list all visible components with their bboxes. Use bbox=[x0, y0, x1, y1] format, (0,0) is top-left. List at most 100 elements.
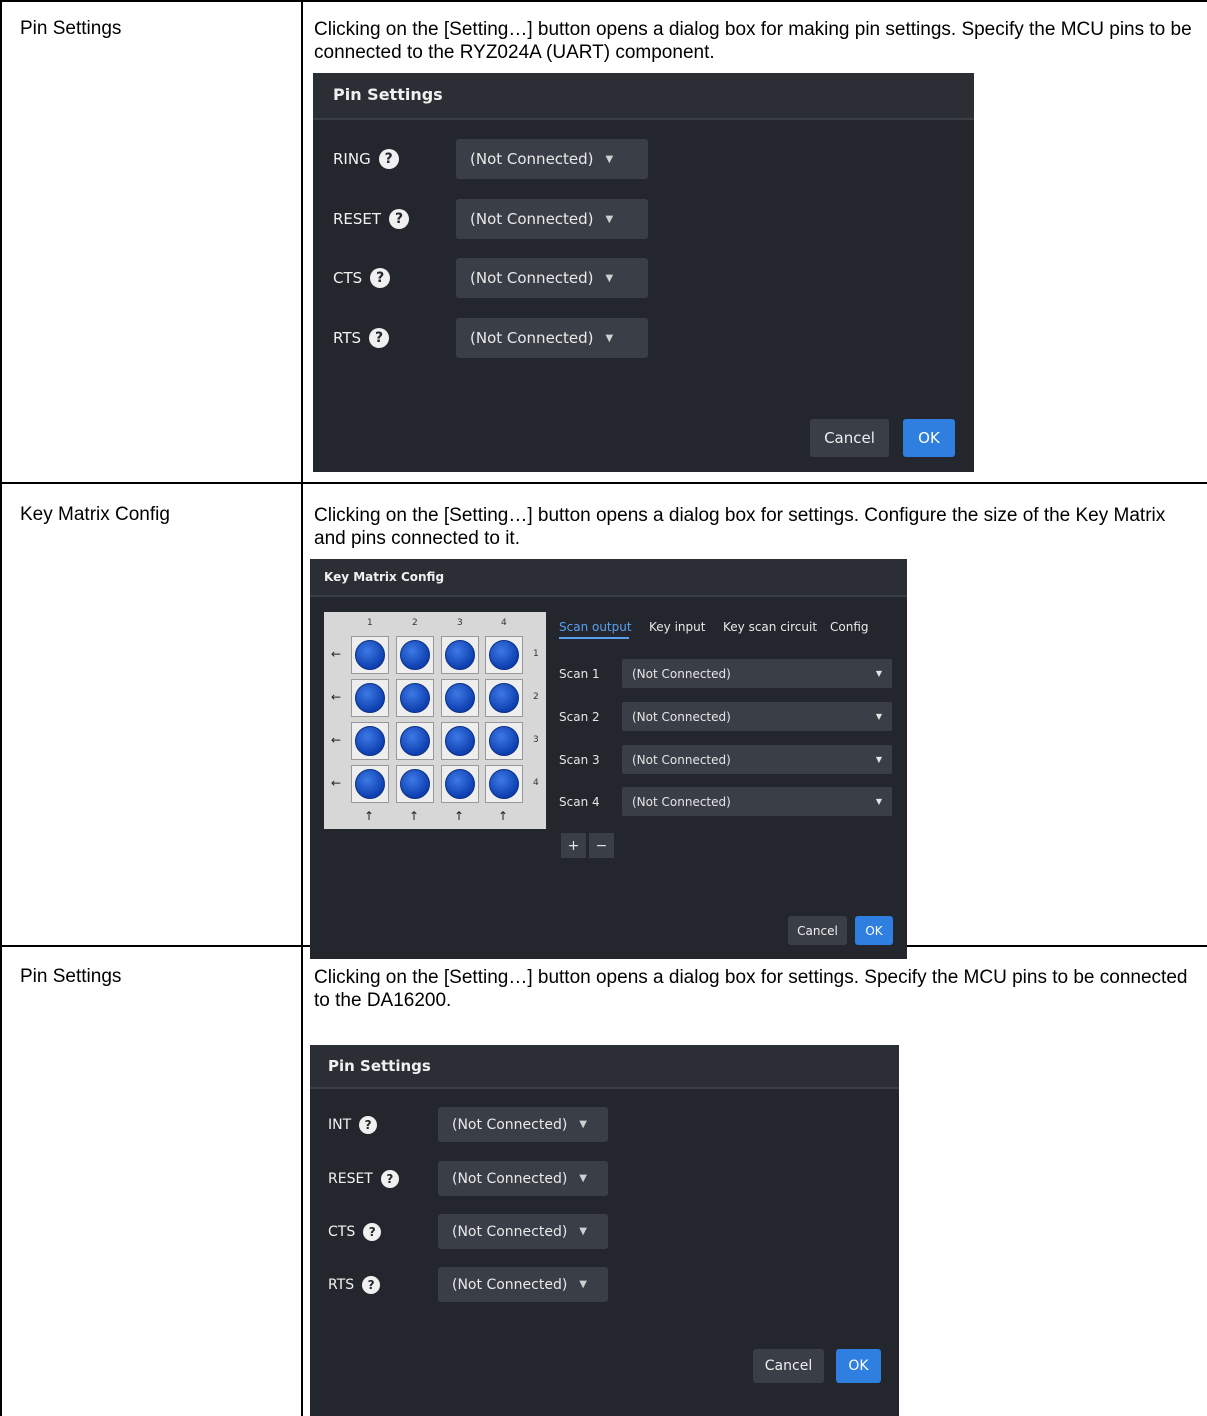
column-number: 3 bbox=[457, 618, 463, 628]
pin-name: RING bbox=[333, 150, 371, 168]
column-number: 4 bbox=[501, 618, 507, 628]
ok-button[interactable]: OK bbox=[903, 419, 955, 457]
pin-select[interactable]: (Not Connected) ▼ bbox=[438, 1161, 608, 1196]
chevron-down-icon: ▼ bbox=[605, 332, 614, 344]
cancel-button[interactable]: Cancel bbox=[788, 916, 847, 945]
matrix-key[interactable] bbox=[396, 679, 434, 717]
key-matrix-config-dialog: Key Matrix Config 1 2 3 4 1 2 3 4 ← ← ← … bbox=[310, 559, 907, 959]
matrix-key[interactable] bbox=[351, 679, 389, 717]
dialog-title: Key Matrix Config bbox=[324, 570, 445, 584]
select-value: (Not Connected) bbox=[452, 1116, 568, 1133]
select-value: (Not Connected) bbox=[452, 1276, 568, 1293]
pin-label: INT ? bbox=[328, 1116, 378, 1134]
pin-select[interactable]: (Not Connected) ▼ bbox=[438, 1214, 608, 1249]
scan-select[interactable]: (Not Connected) ▼ bbox=[622, 745, 892, 774]
column-number: 1 bbox=[367, 618, 373, 628]
table-border-left bbox=[0, 0, 2, 1416]
select-value: (Not Connected) bbox=[470, 269, 594, 287]
help-icon[interactable]: ? bbox=[389, 209, 410, 229]
help-icon[interactable]: ? bbox=[363, 1223, 382, 1241]
pin-label: RESET ? bbox=[333, 209, 410, 229]
help-icon[interactable]: ? bbox=[370, 268, 391, 288]
pin-label: RTS ? bbox=[333, 328, 390, 348]
pin-name: RESET bbox=[328, 1171, 373, 1187]
matrix-key[interactable] bbox=[351, 636, 389, 674]
help-icon[interactable]: ? bbox=[359, 1116, 378, 1134]
cancel-button[interactable]: Cancel bbox=[810, 419, 889, 457]
tab-scan-output[interactable]: Scan output bbox=[559, 620, 632, 634]
row-number: 4 bbox=[533, 778, 539, 788]
pin-name: RESET bbox=[333, 210, 382, 228]
matrix-key[interactable] bbox=[441, 765, 479, 803]
key-matrix-grid: 1 2 3 4 1 2 3 4 ← ← ← ← ↑ ↑ ↑ ↑ bbox=[324, 612, 546, 829]
scan-label: Scan 4 bbox=[559, 795, 600, 809]
matrix-key[interactable] bbox=[396, 636, 434, 674]
pin-name: RTS bbox=[333, 329, 362, 347]
chevron-down-icon: ▼ bbox=[579, 1173, 587, 1184]
add-scan-button[interactable]: + bbox=[561, 833, 586, 858]
dialog-title: Pin Settings bbox=[333, 85, 443, 104]
select-value: (Not Connected) bbox=[632, 752, 731, 767]
matrix-key[interactable] bbox=[485, 722, 523, 760]
chevron-down-icon: ▼ bbox=[579, 1119, 587, 1130]
pin-name: CTS bbox=[333, 269, 363, 287]
up-arrow-icon: ↑ bbox=[454, 809, 465, 823]
select-value: (Not Connected) bbox=[470, 210, 594, 228]
scan-label: Scan 2 bbox=[559, 710, 600, 724]
select-value: (Not Connected) bbox=[632, 666, 731, 681]
left-arrow-icon: ← bbox=[331, 647, 342, 661]
chevron-down-icon: ▼ bbox=[875, 755, 882, 764]
chevron-down-icon: ▼ bbox=[605, 272, 614, 284]
row-label: Key Matrix Config bbox=[20, 504, 170, 525]
scan-label: Scan 1 bbox=[559, 667, 600, 681]
column-divider bbox=[301, 0, 303, 1416]
row-number: 2 bbox=[533, 692, 539, 702]
matrix-key[interactable] bbox=[441, 679, 479, 717]
tab-config[interactable]: Config bbox=[830, 620, 869, 634]
scan-select[interactable]: (Not Connected) ▼ bbox=[622, 659, 892, 688]
chevron-down-icon: ▼ bbox=[579, 1279, 587, 1290]
pin-select[interactable]: (Not Connected) ▼ bbox=[456, 258, 648, 298]
matrix-key[interactable] bbox=[396, 765, 434, 803]
column-number: 2 bbox=[412, 618, 418, 628]
help-icon[interactable]: ? bbox=[369, 328, 390, 348]
remove-scan-button[interactable]: − bbox=[589, 833, 614, 858]
pin-select[interactable]: (Not Connected) ▼ bbox=[456, 139, 648, 179]
pin-select[interactable]: (Not Connected) ▼ bbox=[456, 199, 648, 239]
chevron-down-icon: ▼ bbox=[875, 669, 882, 678]
matrix-key[interactable] bbox=[485, 765, 523, 803]
scan-select[interactable]: (Not Connected) ▼ bbox=[622, 787, 892, 816]
help-icon[interactable]: ? bbox=[378, 149, 399, 169]
matrix-key[interactable] bbox=[441, 722, 479, 760]
active-tab-underline bbox=[559, 637, 629, 639]
dialog-title: Pin Settings bbox=[328, 1057, 431, 1075]
chevron-down-icon: ▼ bbox=[875, 797, 882, 806]
dialog-header: Pin Settings bbox=[313, 73, 974, 120]
matrix-key[interactable] bbox=[485, 679, 523, 717]
pin-select[interactable]: (Not Connected) ▼ bbox=[456, 318, 648, 358]
matrix-key[interactable] bbox=[485, 636, 523, 674]
matrix-key[interactable] bbox=[351, 765, 389, 803]
ok-button[interactable]: OK bbox=[836, 1349, 881, 1383]
help-icon[interactable]: ? bbox=[380, 1170, 399, 1188]
cancel-button[interactable]: Cancel bbox=[753, 1349, 824, 1383]
matrix-key[interactable] bbox=[441, 636, 479, 674]
pin-name: INT bbox=[328, 1117, 352, 1133]
pin-select[interactable]: (Not Connected) ▼ bbox=[438, 1107, 608, 1142]
tab-key-input[interactable]: Key input bbox=[649, 620, 705, 634]
tab-key-scan-circuit[interactable]: Key scan circuit bbox=[723, 620, 817, 634]
matrix-key[interactable] bbox=[396, 722, 434, 760]
left-arrow-icon: ← bbox=[331, 690, 342, 704]
matrix-key[interactable] bbox=[351, 722, 389, 760]
select-value: (Not Connected) bbox=[452, 1170, 568, 1187]
ok-button[interactable]: OK bbox=[855, 916, 893, 945]
table-border-top bbox=[0, 0, 1207, 2]
pin-label: RING ? bbox=[333, 149, 399, 169]
chevron-down-icon: ▼ bbox=[605, 153, 614, 165]
scan-select[interactable]: (Not Connected) ▼ bbox=[622, 702, 892, 731]
pin-select[interactable]: (Not Connected) ▼ bbox=[438, 1267, 608, 1302]
help-icon[interactable]: ? bbox=[362, 1276, 381, 1294]
chevron-down-icon: ▼ bbox=[875, 712, 882, 721]
pin-name: RTS bbox=[328, 1277, 355, 1293]
select-value: (Not Connected) bbox=[470, 150, 594, 168]
